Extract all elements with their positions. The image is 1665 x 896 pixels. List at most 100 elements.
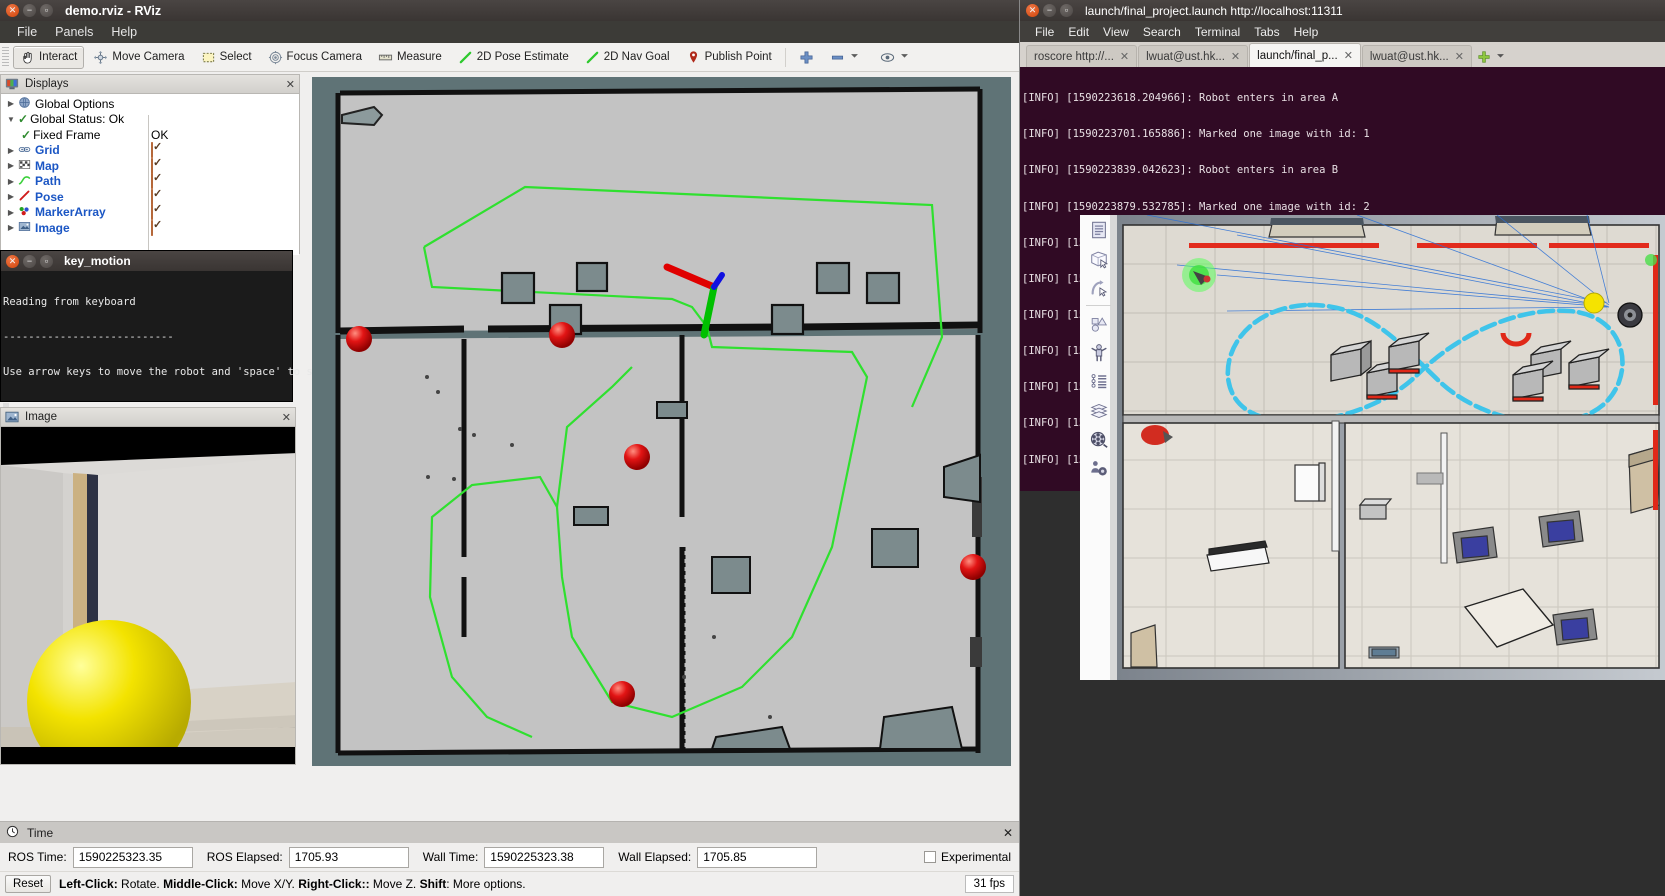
- close-icon[interactable]: ✕: [1344, 49, 1353, 62]
- close-window-button[interactable]: ✕: [1026, 4, 1039, 17]
- chevron-down-icon-2[interactable]: [899, 50, 914, 65]
- display-row-pose[interactable]: ▶ Pose: [1, 188, 299, 205]
- menu-view[interactable]: View: [1096, 23, 1136, 41]
- hand-icon: [20, 50, 35, 65]
- tab-roscore[interactable]: roscore http://... ✕: [1026, 45, 1138, 67]
- close-icon[interactable]: ✕: [1231, 50, 1240, 63]
- rotate-mode-icon[interactable]: [1080, 273, 1117, 302]
- menu-help[interactable]: Help: [1287, 23, 1326, 41]
- pose-estimate-icon: [458, 50, 473, 65]
- tool-2d-pose-estimate-label: 2D Pose Estimate: [476, 51, 569, 63]
- menu-terminal[interactable]: Terminal: [1188, 23, 1247, 41]
- globe-icon: [18, 96, 33, 111]
- tab-shell-1[interactable]: lwuat@ust.hk... ✕: [1138, 45, 1249, 67]
- expand-arrow[interactable]: ▶: [4, 146, 18, 155]
- world-tree-icon[interactable]: [1080, 215, 1117, 244]
- tool-2d-nav-goal[interactable]: 2D Nav Goal: [578, 46, 677, 69]
- chevron-down-icon[interactable]: [849, 50, 864, 65]
- mouse-hint-part: Left-Click:: [59, 876, 118, 891]
- scale-mode-icon[interactable]: [1080, 309, 1117, 338]
- wall-time-field[interactable]: 1590225323.38: [484, 846, 605, 868]
- chevron-down-icon[interactable]: [1495, 50, 1510, 65]
- menu-search[interactable]: Search: [1136, 23, 1188, 41]
- close-window-button[interactable]: ✕: [6, 4, 19, 17]
- user-settings-icon[interactable]: [1080, 454, 1117, 483]
- expand-arrow[interactable]: ▶: [4, 99, 18, 108]
- layers-icon[interactable]: [1080, 396, 1117, 425]
- maximize-window-button[interactable]: ▫: [40, 4, 53, 17]
- key-motion-terminal[interactable]: ✕ − ▫ key_motion Reading from keyboard -…: [0, 250, 363, 414]
- log-line: [INFO] [1590223839.042623]: Robot enters…: [1022, 164, 1339, 177]
- tool-measure[interactable]: Measure: [371, 46, 449, 69]
- display-row-markerarray[interactable]: ▶ MarkerArray: [1, 204, 299, 221]
- expand-arrow[interactable]: ▶: [4, 208, 18, 217]
- ros-elapsed-field[interactable]: 1705.93: [288, 846, 409, 868]
- display-row-image[interactable]: ▶ Image: [1, 219, 299, 236]
- tool-move-camera[interactable]: Move Camera: [86, 46, 191, 69]
- reset-button[interactable]: Reset: [5, 874, 52, 893]
- expand-arrow[interactable]: ▶: [4, 192, 18, 201]
- menu-tabs[interactable]: Tabs: [1247, 23, 1286, 41]
- minimize-window-button[interactable]: −: [23, 254, 36, 268]
- log-line: [INFO] [1590223879.532785]: Marked one i…: [1022, 200, 1370, 213]
- image-panel-viewport[interactable]: [1, 427, 295, 764]
- menu-edit[interactable]: Edit: [1061, 23, 1096, 41]
- fps-indicator: 31 fps: [964, 874, 1014, 893]
- minimize-window-button[interactable]: −: [23, 4, 36, 17]
- gazebo-3d-scene[interactable]: [1117, 215, 1665, 680]
- menu-panels[interactable]: Panels: [46, 23, 102, 41]
- display-visible-checkbox[interactable]: [151, 219, 153, 236]
- menu-help[interactable]: Help: [102, 23, 146, 41]
- tab-label: roscore http://...: [1034, 50, 1114, 63]
- experimental-label: Experimental: [940, 850, 1011, 864]
- mouse-hint-part: : More options.: [446, 876, 526, 891]
- publish-point-icon: [686, 50, 701, 65]
- tool-remove-display[interactable]: [823, 46, 871, 69]
- expand-arrow[interactable]: ▶: [4, 161, 18, 170]
- expand-arrow[interactable]: ▼: [4, 115, 18, 124]
- actor-icon[interactable]: [1080, 338, 1117, 367]
- display-row-fixed-frame[interactable]: ✓ Fixed Frame OK: [1, 127, 299, 143]
- maximize-window-button[interactable]: ▫: [1060, 4, 1073, 17]
- terminal-line: Reading from keyboard: [3, 295, 136, 308]
- tool-2d-pose-estimate[interactable]: 2D Pose Estimate: [451, 46, 576, 69]
- close-icon[interactable]: ✕: [282, 411, 291, 424]
- display-row-grid[interactable]: ▶ Grid: [1, 142, 299, 159]
- maximize-window-button[interactable]: ▫: [40, 254, 53, 268]
- display-row-global-status[interactable]: ▼ ✓ Global Status: Ok: [1, 112, 299, 128]
- image-panel: Image ✕: [0, 407, 296, 765]
- plus-icon[interactable]: [1477, 50, 1492, 65]
- log-line: [INFO] [1590223618.204966]: Robot enters…: [1022, 92, 1339, 105]
- minimize-window-button[interactable]: −: [1043, 4, 1056, 17]
- toolbar-grip[interactable]: [2, 47, 9, 67]
- tool-select[interactable]: Select: [194, 46, 259, 69]
- close-icon[interactable]: ✕: [286, 78, 295, 91]
- translate-mode-icon[interactable]: [1080, 244, 1117, 273]
- select-icon: [201, 50, 216, 65]
- mouse-hint: Left-Click: Rotate. Middle-Click: Move X…: [59, 877, 526, 891]
- menu-file[interactable]: File: [1028, 23, 1061, 41]
- close-icon[interactable]: ✕: [1003, 826, 1013, 840]
- expand-arrow[interactable]: ▶: [4, 177, 18, 186]
- tab-shell-2[interactable]: lwuat@ust.hk... ✕: [1361, 45, 1472, 67]
- display-row-map[interactable]: ▶ Map: [1, 157, 299, 174]
- ros-time-field[interactable]: 1590225323.35: [72, 846, 193, 868]
- close-window-button[interactable]: ✕: [6, 254, 19, 268]
- close-icon[interactable]: ✕: [1120, 50, 1129, 63]
- expand-arrow[interactable]: ▶: [4, 223, 18, 232]
- menu-file[interactable]: File: [8, 23, 46, 41]
- rviz-3d-viewport[interactable]: ◀ ▶: [312, 77, 1011, 766]
- tool-interact[interactable]: Interact: [13, 45, 85, 69]
- tab-launch-final-project[interactable]: launch/final_p... ✕: [1249, 43, 1361, 67]
- display-row-global-options[interactable]: ▶ Global Options: [1, 96, 299, 112]
- tool-focus-camera[interactable]: Focus Camera: [261, 46, 369, 69]
- tool-add-display[interactable]: [792, 46, 821, 69]
- close-icon[interactable]: ✕: [1455, 50, 1464, 63]
- log-record-icon[interactable]: [1080, 425, 1117, 454]
- tool-publish-point[interactable]: Publish Point: [679, 46, 779, 69]
- joints-icon[interactable]: [1080, 367, 1117, 396]
- tool-visibility[interactable]: [873, 46, 921, 69]
- wall-elapsed-field[interactable]: 1705.85: [697, 846, 818, 868]
- display-row-path[interactable]: ▶ Path: [1, 173, 299, 190]
- experimental-checkbox[interactable]: [923, 851, 936, 863]
